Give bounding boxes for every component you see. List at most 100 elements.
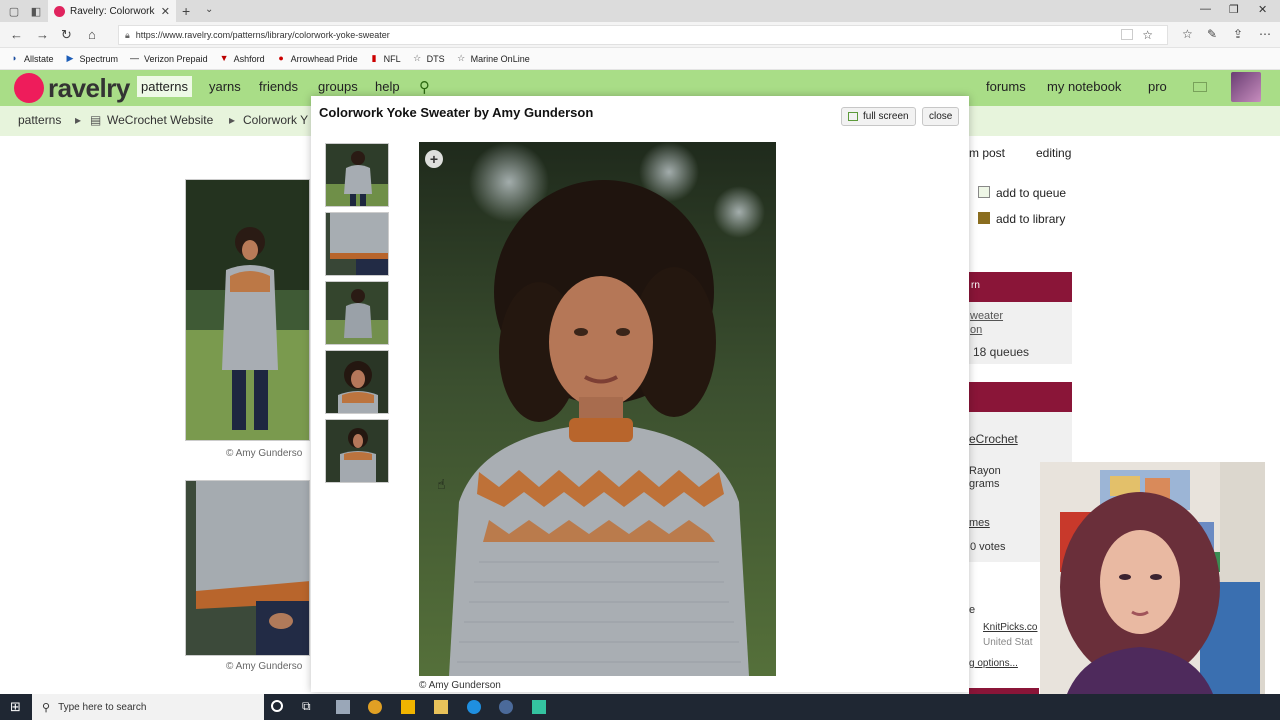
app-icon[interactable] [532, 700, 546, 714]
pattern-stats-panel: weater on 18 queues [969, 302, 1072, 364]
favorite-star-icon[interactable]: ☆ [1142, 28, 1153, 42]
browser-tab[interactable]: Ravelry: Colorwork Yoke ✕ [48, 0, 176, 22]
window-menu-icon[interactable]: ▢ [6, 4, 22, 18]
nav-yarns[interactable]: yarns [209, 79, 241, 94]
windows-start-icon[interactable]: ⊞ [10, 699, 21, 715]
pattern-photo-2[interactable] [185, 480, 310, 656]
favorite-dts[interactable]: ☆ DTS [413, 54, 445, 64]
thumbnail-4[interactable] [325, 350, 389, 414]
breadcrumb-source[interactable]: WeCrochet Website [107, 113, 213, 127]
tab-title: Ravelry: Colorwork Yoke [70, 5, 157, 17]
search-icon[interactable]: ⚲ [419, 78, 430, 96]
close-button[interactable]: close [922, 107, 960, 126]
add-to-library-link[interactable]: add to library [996, 212, 1065, 226]
breadcrumb-pattern[interactable]: Colorwork Y [243, 113, 308, 127]
main-photo[interactable]: + [419, 142, 776, 676]
edge-icon[interactable] [467, 700, 481, 714]
shipping-options-link[interactable]: g options... [969, 658, 1018, 669]
thumbnail-1[interactable] [325, 143, 389, 207]
thumbnail-3[interactable] [325, 281, 389, 345]
details-panel-header [969, 382, 1072, 412]
file-explorer-icon[interactable] [434, 700, 448, 714]
favorite-ashford[interactable]: ▼ Ashford [220, 54, 265, 64]
minimize-icon[interactable]: — [1200, 3, 1211, 15]
more-menu-icon[interactable]: ⋯ [1259, 27, 1271, 41]
store-icon[interactable] [401, 700, 415, 714]
pen-icon[interactable]: ✎ [1207, 27, 1217, 41]
url-text: https://www.ravelry.com/patterns/library… [135, 30, 390, 40]
webcam-overlay [1040, 462, 1265, 720]
sweater-link[interactable]: weater [970, 310, 1003, 322]
cortana-icon[interactable] [271, 700, 283, 712]
nav-friends[interactable]: friends [259, 79, 298, 94]
publisher-link[interactable]: eCrochet [969, 432, 1018, 446]
favorite-spectrum[interactable]: ▶ Spectrum [66, 54, 118, 64]
queues-count[interactable]: 18 queues [973, 345, 1029, 359]
favorite-nfl[interactable]: ▮ NFL [370, 54, 401, 64]
photo-1-caption: © Amy Gunderso [226, 448, 303, 459]
nav-pro[interactable]: pro [1148, 79, 1167, 94]
tab-editing[interactable]: editing [1036, 146, 1071, 160]
more-link[interactable]: mes [969, 517, 990, 529]
designer-link[interactable]: on [970, 324, 982, 336]
votes-count: 0 votes [970, 541, 1006, 553]
task-view-icon[interactable]: ⧉ [302, 699, 316, 713]
lock-icon: 🔒︎ [125, 29, 130, 40]
pattern-photo-1[interactable] [185, 179, 310, 441]
close-window-icon[interactable]: ✕ [1258, 3, 1267, 16]
photo-lightbox: Colorwork Yoke Sweater by Amy Gunderson … [311, 96, 969, 692]
nav-patterns[interactable]: patterns [137, 76, 192, 97]
chrome-icon[interactable] [368, 700, 382, 714]
thumbnail-5[interactable] [325, 419, 389, 483]
forward-icon[interactable]: → [36, 27, 49, 42]
nfl-icon: ▮ [371, 53, 377, 63]
url-field[interactable]: 🔒︎ https://www.ravelry.com/patterns/libr… [118, 25, 1168, 45]
photo-2-caption: © Amy Gunderso [226, 661, 303, 672]
site-logo[interactable]: ravelry [48, 73, 130, 104]
ravelry-logo-icon[interactable] [14, 73, 44, 103]
avatar[interactable] [1231, 72, 1261, 102]
breadcrumb-separator-icon: ▸ [75, 113, 82, 127]
breadcrumb-separator-icon: ▸ [229, 113, 236, 127]
knitpicks-link[interactable]: KnitPicks.co [983, 622, 1037, 633]
favorite-marine[interactable]: ☆ Marine OnLine [457, 54, 530, 64]
nav-my-notebook[interactable]: my notebook [1047, 79, 1121, 94]
arrowhead-icon: ● [278, 53, 284, 63]
new-tab-icon[interactable]: + [182, 3, 190, 19]
mail-icon[interactable] [1193, 82, 1207, 92]
hand-cursor-icon: ☝ [437, 476, 446, 492]
nav-help[interactable]: help [375, 79, 400, 94]
obs-icon[interactable] [499, 700, 513, 714]
maximize-icon[interactable]: ❐ [1229, 3, 1239, 16]
favorite-arrowhead[interactable]: ● Arrowhead Pride [277, 53, 357, 64]
reading-view-icon[interactable] [1121, 29, 1133, 40]
book-icon: ▤ [90, 113, 102, 127]
back-icon[interactable]: ← [10, 27, 23, 42]
zoom-plus-icon[interactable]: + [425, 150, 443, 168]
home-icon[interactable]: ⌂ [88, 27, 96, 42]
library-icon [978, 212, 990, 224]
favorites-hub-icon[interactable]: ☆ [1182, 27, 1193, 41]
nav-forums[interactable]: forums [986, 79, 1026, 94]
taskbar-search-input[interactable]: ⚲ Type here to search [32, 694, 264, 720]
thumbnail-2[interactable] [325, 212, 389, 276]
full-screen-button[interactable]: full screen [841, 107, 916, 126]
close-tab-icon[interactable]: ✕ [161, 5, 170, 18]
tab-list-chevron-icon[interactable]: ⌄ [205, 4, 213, 15]
nav-groups[interactable]: groups [318, 79, 358, 94]
refresh-icon[interactable]: ↻ [61, 27, 72, 43]
star-outline-icon: ☆ [457, 53, 466, 63]
thumbnail-3-graphic [326, 282, 388, 344]
share-icon[interactable]: ⇪ [1233, 27, 1243, 41]
favorite-verizon[interactable]: — Verizon Prepaid [130, 54, 208, 64]
queue-icon [978, 186, 990, 198]
tab-preview-icon[interactable]: ◧ [28, 4, 44, 18]
favorite-allstate[interactable]: ◗ Allstate [10, 54, 54, 64]
full-screen-icon [848, 112, 858, 121]
tab-forum-post[interactable]: m post [969, 146, 1005, 160]
buy-panel-header: rn [969, 272, 1072, 302]
mail-app-icon[interactable] [336, 700, 350, 714]
windows-taskbar: ⊞ ⚲ Type here to search ⧉ [0, 694, 1280, 720]
add-to-queue-link[interactable]: add to queue [996, 186, 1066, 200]
breadcrumb-patterns[interactable]: patterns [18, 113, 61, 127]
